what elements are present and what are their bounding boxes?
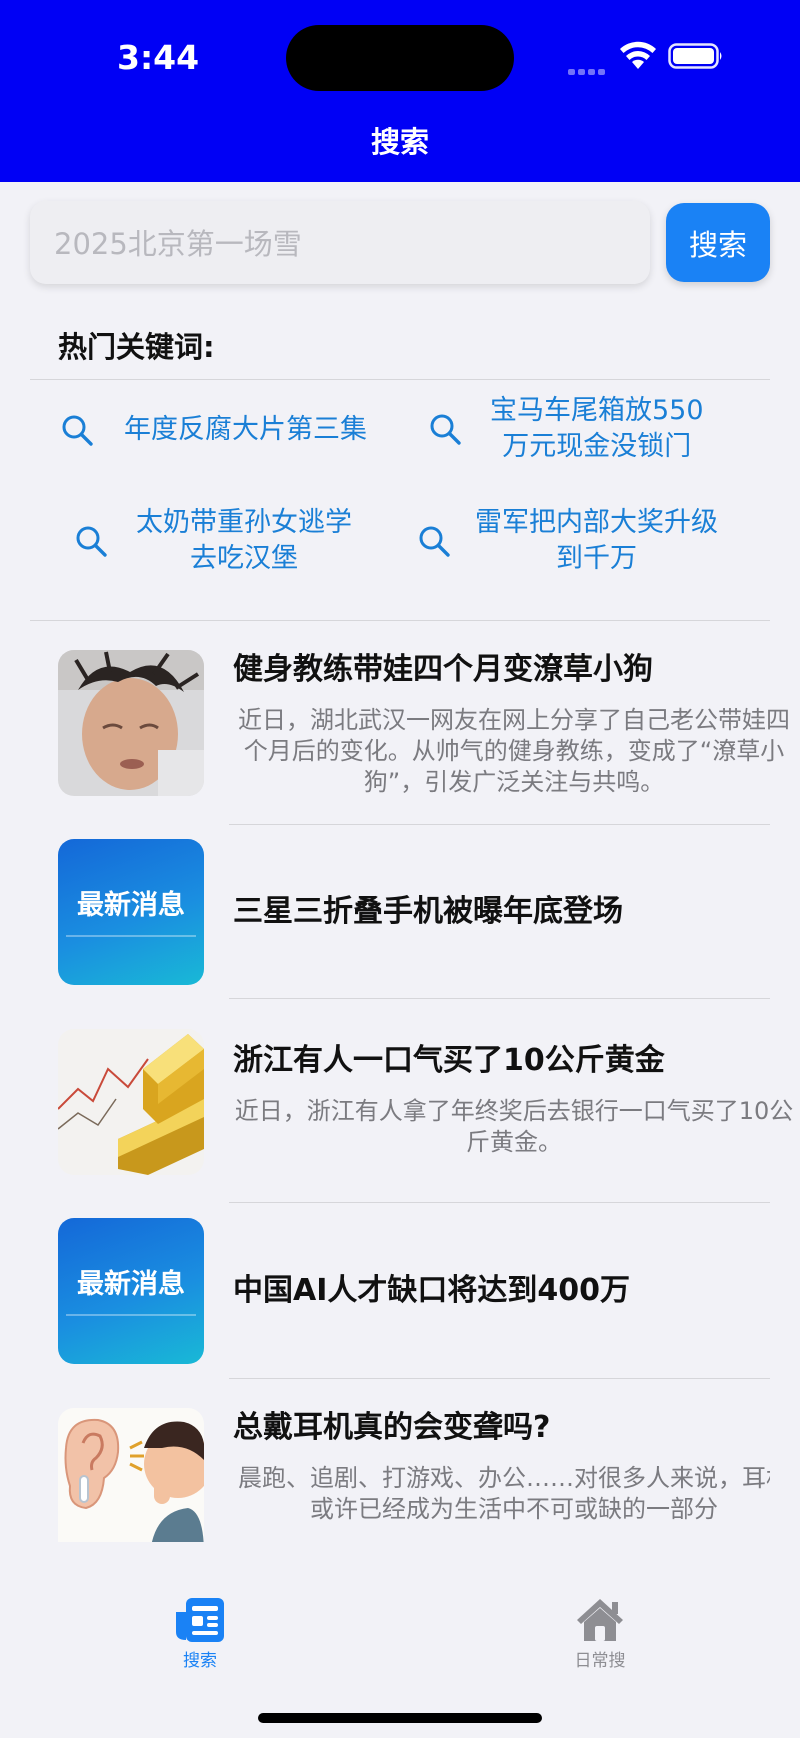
news-item[interactable]: 健身教练带娃四个月变潦草小狗 近日，湖北武汉一网友在网上分享了自己老公带娃四个月… bbox=[58, 650, 790, 830]
search-icon bbox=[419, 526, 450, 557]
news-title: 中国AI人才缺口将达到400万 bbox=[233, 1273, 631, 1308]
search-icon bbox=[62, 415, 93, 446]
newspaper-icon bbox=[176, 1598, 224, 1642]
search-field-container bbox=[30, 201, 650, 286]
news-title: 总戴耳机真的会变聋吗? bbox=[233, 1410, 551, 1445]
news-item[interactable]: 最新消息 三星三折叠手机被曝年底登场 bbox=[58, 839, 770, 999]
tab-search[interactable]: 搜索 bbox=[160, 1596, 240, 1672]
navigation-bar: 3:44 搜索 bbox=[0, 0, 800, 182]
keyword-text-line2: 万元现金没锁门 bbox=[502, 431, 692, 462]
news-item[interactable]: 浙江有人一口气买了10公斤黄金 近日，浙江有人拿了年终奖后去银行一口气买了10公… bbox=[58, 1029, 793, 1199]
search-icon bbox=[76, 526, 107, 557]
keyword-text-line1: 雷军把内部大奖升级 bbox=[475, 507, 718, 538]
divider bbox=[30, 620, 770, 621]
search-icon bbox=[430, 414, 461, 445]
news-item[interactable]: 最新消息 中国AI人才缺口将达到400万 bbox=[58, 1218, 770, 1378]
wifi-icon bbox=[620, 41, 656, 69]
divider bbox=[30, 379, 770, 380]
keyword-text-line2: 到千万 bbox=[556, 543, 637, 574]
news-thumbnail: 最新消息 bbox=[58, 1218, 204, 1364]
house-icon bbox=[577, 1599, 623, 1641]
thumbnail-caption: 最新消息 bbox=[77, 890, 185, 921]
keyword-text-line1: 太奶带重孙女逃学 bbox=[136, 507, 352, 538]
thumbnail-line bbox=[66, 935, 196, 937]
news-title: 三星三折叠手机被曝年底登场 bbox=[233, 894, 623, 929]
keyword-item[interactable]: 年度反腐大片第三集 bbox=[60, 410, 380, 450]
tab-bar: 搜索 日常搜 bbox=[0, 1546, 800, 1738]
thumbnail-caption: 最新消息 bbox=[77, 1269, 185, 1300]
news-description: 近日，湖北武汉一网友在网上分享了自己老公带娃四个月后的变化。从帅气的健身教练，变… bbox=[238, 706, 790, 796]
divider bbox=[229, 1202, 770, 1203]
thumbnail-line bbox=[66, 1314, 196, 1316]
keyword-item[interactable]: 太奶带重孙女逃学 去吃汉堡 bbox=[74, 505, 394, 577]
hot-keywords-heading: 热门关键词: bbox=[58, 330, 215, 364]
cellular-signal-icon bbox=[568, 60, 610, 75]
news-thumbnail bbox=[58, 1408, 204, 1542]
news-item[interactable]: 总戴耳机真的会变聋吗? 晨跑、追剧、打游戏、办公……对很多人来说，耳机或许已经成… bbox=[58, 1408, 770, 1542]
tab-label: 日常搜 bbox=[574, 1651, 626, 1671]
keyword-text-line2: 去吃汉堡 bbox=[190, 543, 298, 574]
news-title: 健身教练带娃四个月变潦草小狗 bbox=[233, 652, 653, 687]
news-description: 晨跑、追剧、打游戏、办公……对很多人来说，耳机或许已经成为生活中不可或缺的一部分 bbox=[238, 1464, 770, 1523]
status-time: 3:44 bbox=[117, 38, 200, 77]
keyword-item[interactable]: 宝马车尾箱放550 万元现金没锁门 bbox=[428, 393, 748, 465]
news-thumbnail bbox=[58, 650, 204, 796]
news-thumbnail bbox=[58, 1029, 204, 1175]
news-thumbnail: 最新消息 bbox=[58, 839, 204, 985]
tab-daily-search[interactable]: 日常搜 bbox=[560, 1596, 640, 1672]
page-title: 搜索 bbox=[370, 125, 429, 159]
keyword-text: 年度反腐大片第三集 bbox=[124, 414, 367, 445]
home-indicator[interactable] bbox=[258, 1713, 542, 1723]
search-button[interactable]: 搜索 bbox=[666, 203, 770, 282]
news-description: 近日，浙江有人拿了年终奖后去银行一口气买了10公斤黄金。 bbox=[234, 1097, 794, 1156]
battery-icon bbox=[668, 43, 722, 69]
search-input[interactable] bbox=[52, 201, 626, 286]
keyword-item[interactable]: 雷军把内部大奖升级 到千万 bbox=[417, 505, 777, 577]
keyword-text-line1: 宝马车尾箱放550 bbox=[490, 395, 704, 426]
divider bbox=[229, 824, 770, 825]
dynamic-island bbox=[286, 25, 514, 91]
divider bbox=[229, 998, 770, 999]
news-title: 浙江有人一口气买了10公斤黄金 bbox=[233, 1043, 665, 1078]
divider bbox=[229, 1378, 770, 1379]
tab-label: 搜索 bbox=[183, 1651, 217, 1671]
